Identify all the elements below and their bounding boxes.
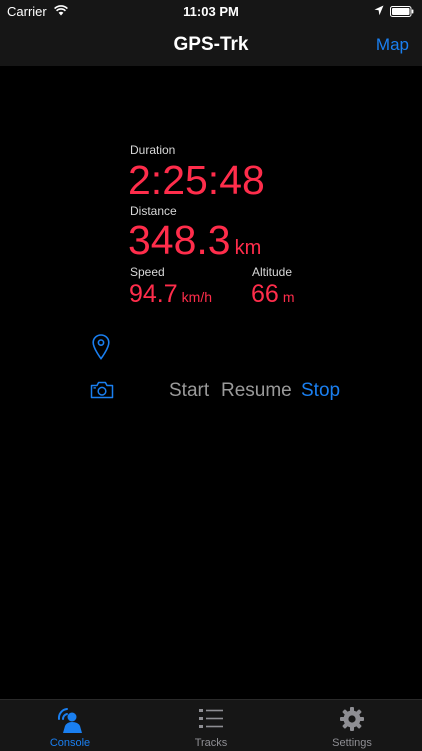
tab-bar: Console Tracks Settings xyxy=(0,699,422,751)
location-arrow-icon xyxy=(374,5,384,16)
map-pin-icon[interactable] xyxy=(92,334,110,360)
page-title: GPS-Trk xyxy=(173,34,249,55)
speed-unit: km/h xyxy=(181,289,213,305)
camera-icon[interactable] xyxy=(90,381,114,399)
console-icon xyxy=(57,708,82,733)
speed-label: Speed xyxy=(130,265,165,279)
list-icon xyxy=(199,709,223,728)
altitude-readout: 66 m xyxy=(251,280,294,309)
navigation-bar: GPS-Trk Map xyxy=(0,22,422,66)
stop-button[interactable]: Stop xyxy=(301,380,340,402)
status-bar: Carrier 11:03 PM xyxy=(0,0,422,22)
distance-unit: km xyxy=(234,237,262,259)
speed-value: 94.7 xyxy=(129,280,178,308)
tab-settings[interactable]: Settings xyxy=(282,700,422,751)
status-time: 11:03 PM xyxy=(183,4,239,19)
distance-readout: 348.3 km xyxy=(128,217,261,264)
gear-icon xyxy=(340,707,364,731)
tab-tracks[interactable]: Tracks xyxy=(141,700,281,751)
tab-console-label: Console xyxy=(49,737,91,749)
distance-value: 348.3 xyxy=(128,217,231,263)
altitude-unit: m xyxy=(282,289,295,305)
start-button[interactable]: Start xyxy=(169,380,209,402)
tab-settings-label: Settings xyxy=(332,737,372,749)
map-button[interactable]: Map xyxy=(376,35,409,55)
resume-button[interactable]: Resume xyxy=(221,380,292,402)
altitude-value: 66 xyxy=(251,280,279,308)
distance-label: Distance xyxy=(130,204,177,218)
tab-tracks-label: Tracks xyxy=(194,737,228,749)
battery-icon xyxy=(390,6,414,17)
duration-value: 2:25:48 xyxy=(128,157,265,203)
duration-label: Duration xyxy=(130,143,176,157)
altitude-label: Altitude xyxy=(252,265,293,279)
speed-readout: 94.7 km/h xyxy=(129,280,212,309)
tab-console[interactable]: Console xyxy=(0,700,140,751)
